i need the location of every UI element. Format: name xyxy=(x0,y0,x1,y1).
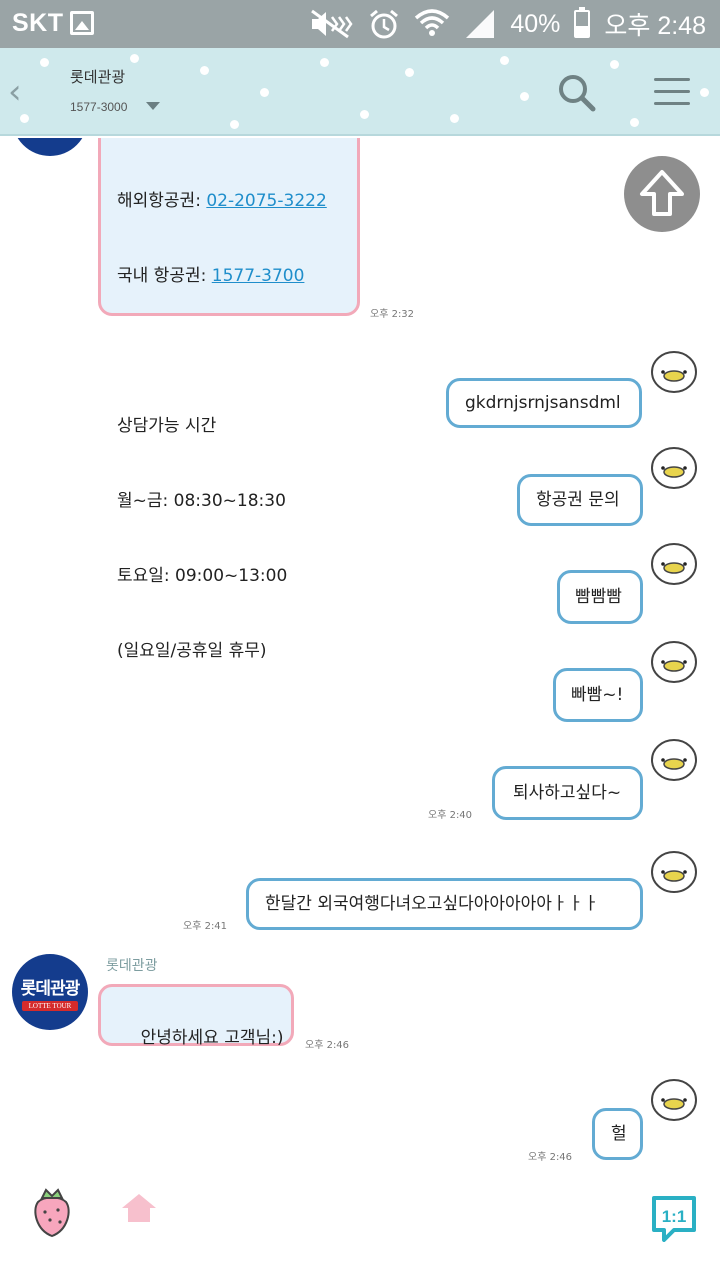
outgoing-message-bubble: 빠빰~! xyxy=(553,668,643,722)
chat11-label: 1:1 xyxy=(662,1207,687,1226)
message-text: 안녕하세요 고객님:) xyxy=(140,1028,284,1048)
message-text: gkdrnjsrnjsansdml xyxy=(465,392,621,413)
duck-avatar-icon xyxy=(651,739,697,781)
message-text: 항공권 문의 xyxy=(536,489,620,510)
menu-icon[interactable] xyxy=(654,78,690,106)
signal-icon xyxy=(466,10,495,38)
strawberry-icon[interactable] xyxy=(28,1180,76,1240)
carrier-label: SKT xyxy=(12,9,64,37)
duck-avatar-icon xyxy=(651,851,697,893)
back-icon[interactable]: ‹ xyxy=(8,72,22,112)
message-text: 해외항공권: xyxy=(117,191,207,211)
chevron-down-icon[interactable] xyxy=(146,102,160,110)
wifi-icon xyxy=(415,9,450,36)
incoming-message-bubble: 해외항공권: 02-2075-3222 국내 항공권: 1577-3700 상담… xyxy=(98,138,360,661)
scroll-top-button[interactable] xyxy=(624,156,700,232)
message-text: 국내 항공권: xyxy=(117,266,212,286)
message-text: 빠빰~! xyxy=(571,684,624,705)
outgoing-message-bubble: 헐 xyxy=(592,1108,643,1160)
duck-avatar-icon xyxy=(651,1079,697,1121)
outgoing-message-bubble: gkdrnjsrnjsansdml xyxy=(446,378,642,428)
message-timestamp: 오후 2:46 xyxy=(528,1152,573,1163)
battery-icon xyxy=(574,7,591,38)
outgoing-message-bubble: 퇴사하고싶다~ xyxy=(492,766,643,820)
duck-avatar-icon xyxy=(651,543,697,585)
battery-percent: 40% xyxy=(510,9,561,38)
arrow-up-icon xyxy=(640,170,684,216)
message-timestamp: 오후 2:40 xyxy=(428,810,473,821)
message-timestamp: 오후 2:46 xyxy=(305,1040,350,1051)
phone-link[interactable]: 1577-3700 xyxy=(212,266,305,286)
duck-avatar-icon xyxy=(651,351,697,393)
message-text: 월~금: 08:30~18:30 xyxy=(117,491,286,511)
message-text: 빰빰빰 xyxy=(575,586,622,607)
message-text: (일요일/공휴일 휴무) xyxy=(117,641,267,661)
avatar-logo-subtext: LOTTE TOUR xyxy=(22,1001,78,1011)
message-text: 헐 xyxy=(611,1123,627,1144)
outgoing-message-bubble: 한달간 외국여행다녀오고싶다아아아아아ㅏㅏㅏ xyxy=(246,878,643,930)
sender-name: 롯데관광 xyxy=(106,958,158,974)
bottom-bar: 1:1 xyxy=(0,1170,720,1280)
message-text: 상담가능 시간 xyxy=(117,416,217,436)
sender-avatar[interactable]: 롯데관광 LOTTE TOUR xyxy=(12,954,88,1030)
message-text: 한달간 외국여행다녀오고싶다아아아아아ㅏㅏㅏ xyxy=(265,893,599,914)
duck-avatar-icon xyxy=(651,641,697,683)
outgoing-message-bubble: 항공권 문의 xyxy=(517,474,643,526)
outgoing-message-bubble: 빰빰빰 xyxy=(557,570,643,624)
chat-title: 롯데관광 xyxy=(70,68,126,86)
message-timestamp: 오후 2:41 xyxy=(183,921,228,932)
mute-icon xyxy=(311,9,353,39)
status-bar: SKT 40% 오후 2:48 xyxy=(0,0,720,48)
duck-avatar-icon xyxy=(651,447,697,489)
image-icon xyxy=(70,11,94,35)
chat-header: ‹ 롯데관광 1577-3000 xyxy=(0,48,720,136)
search-icon[interactable] xyxy=(556,72,596,112)
incoming-message-bubble: 안녕하세요 고객님:) xyxy=(98,984,294,1048)
clock: 오후 2:48 xyxy=(604,12,706,40)
alarm-icon xyxy=(370,9,399,39)
one-to-one-chat-icon[interactable]: 1:1 xyxy=(650,1194,698,1242)
chat-phone-number[interactable]: 1577-3000 xyxy=(70,100,127,114)
phone-link[interactable]: 02-2075-3222 xyxy=(206,191,326,211)
avatar[interactable] xyxy=(12,138,88,156)
avatar-logo-text: 롯데관광 xyxy=(20,979,81,999)
home-icon[interactable] xyxy=(120,1192,158,1224)
message-text: 토요일: 09:00~13:00 xyxy=(117,566,288,586)
message-text: 퇴사하고싶다~ xyxy=(513,782,622,803)
chat-message-list[interactable]: 해외항공권: 02-2075-3222 국내 항공권: 1577-3700 상담… xyxy=(0,138,720,1170)
message-timestamp: 오후 2:32 xyxy=(370,309,415,320)
